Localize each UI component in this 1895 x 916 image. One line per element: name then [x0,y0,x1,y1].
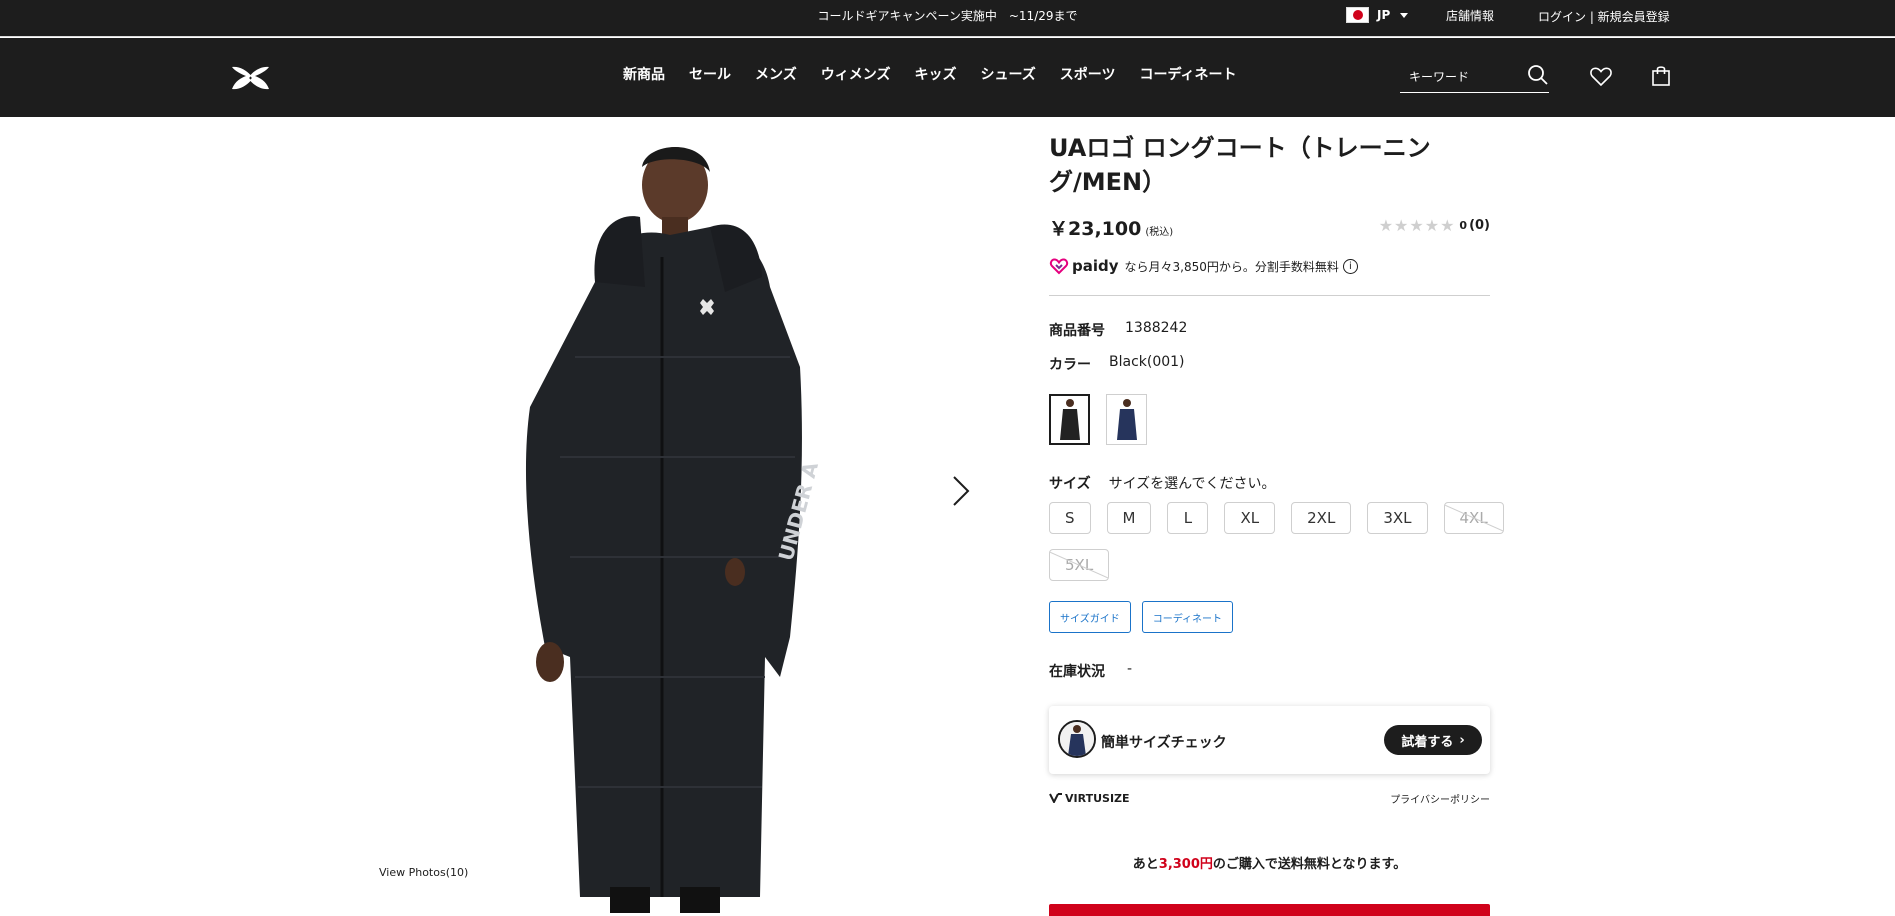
swatch-navy[interactable] [1106,394,1147,445]
heart-icon[interactable] [1589,64,1613,88]
color-label: カラー [1049,357,1091,373]
coat-thumbnail-navy [1116,398,1137,440]
shipping-suffix: のご購入で送料無料となります。 [1212,857,1407,872]
size-option-xl[interactable]: XL [1224,502,1276,534]
coat-thumbnail-black [1059,398,1080,440]
search-box [1400,58,1549,93]
rating-value: 0 [1459,219,1468,232]
shipping-amount: 3,300円 [1158,857,1213,872]
product-details: UAロゴ ロングコート（トレーニング/MEN） ￥23,100 (税込) ★★★★… [1049,117,1504,872]
size-options: S M L XL 2XL 3XL 4XL 5XL [1049,502,1509,581]
main-header: 新商品 セール メンズ ウィメンズ キッズ シューズ スポーツ コーディネート [0,38,1895,117]
size-option-m[interactable]: M [1106,502,1152,534]
search-icon[interactable] [1527,64,1549,86]
next-image-arrow-icon[interactable] [950,473,972,509]
virtusize-thumbnail [1058,720,1096,758]
nav-sports[interactable]: スポーツ [1060,64,1116,84]
size-guide-button[interactable]: サイズガイド [1049,601,1131,633]
size-option-4xl: 4XL [1443,502,1504,534]
search-input[interactable] [1409,70,1519,84]
product-number-value: 1388242 [1125,320,1188,336]
try-on-label: 試着する [1401,734,1454,750]
size-label: サイズ [1049,476,1091,492]
color-swatches [1049,394,1490,445]
nav-womens[interactable]: ウィメンズ [821,64,891,84]
product-main-image[interactable]: UNDER A [380,117,980,913]
japan-flag-icon [1346,7,1369,23]
caret-down-icon [1400,12,1409,18]
size-option-s[interactable]: S [1049,502,1091,534]
color-value: Black(001) [1109,354,1185,370]
nav-shoes[interactable]: シューズ [980,64,1035,84]
chevron-right-icon: › [1459,732,1465,748]
nav-kids[interactable]: キッズ [914,64,956,84]
store-info-link[interactable]: 店舗情報 [1446,7,1494,24]
swatch-black[interactable] [1049,394,1090,445]
under-armour-logo-icon[interactable] [229,65,272,91]
main-nav: 新商品 セール メンズ ウィメンズ キッズ シューズ スポーツ コーディネート [623,64,1261,84]
price-value: ￥23,100 [1049,218,1142,240]
nav-coordinate[interactable]: コーディネート [1140,64,1237,84]
virtusize-card: 簡単サイズチェック 試着する › [1049,706,1490,774]
paidy-text: なら月々3,850円から。分割手数料無料 [1124,259,1339,274]
nav-mens[interactable]: メンズ [755,64,797,84]
product-number-row: 商品番号 1388242 [1049,320,1490,340]
tax-note: (税込) [1145,227,1174,238]
stock-value: - [1127,661,1133,677]
nav-sale[interactable]: セール [689,64,731,84]
virtusize-logo-icon [1049,793,1062,803]
privacy-policy-link[interactable]: プライバシーポリシー [1390,791,1490,806]
size-row: サイズ サイズを選んでください。 [1049,473,1490,493]
info-icon[interactable]: i [1342,258,1358,274]
rating[interactable]: ★★★★★ 0 (0) [1379,216,1490,235]
top-banner: コールドギアキャンペーン実施中 ~11/29まで JP 店舗情報 ログイン | … [0,0,1895,37]
price-row: ￥23,100 (税込) ★★★★★ 0 (0) [1049,214,1490,244]
guide-buttons: サイズガイド コーディネート [1049,601,1490,633]
stock-row: 在庫状況 - [1049,661,1490,681]
shipping-prefix: あと [1132,857,1159,872]
add-to-cart-button[interactable] [1049,904,1490,916]
try-on-button[interactable]: 試着する › [1384,725,1482,755]
product-number-label: 商品番号 [1049,323,1105,339]
shopping-bag-icon[interactable] [1649,64,1673,88]
view-photos-link[interactable]: View Photos(10) [379,866,468,879]
language-label: JP [1377,8,1391,22]
virtusize-footer: VIRTUSIZE プライバシーポリシー [1049,789,1490,807]
size-option-3xl[interactable]: 3XL [1367,502,1428,534]
size-option-l[interactable]: L [1167,502,1209,534]
login-register-link[interactable]: ログイン | 新規会員登録 [1538,8,1670,25]
review-count: (0) [1469,218,1490,233]
stock-label: 在庫状況 [1049,664,1105,680]
product-title: UAロゴ ロングコート（トレーニング/MEN） [1049,134,1431,196]
paidy-row: paidy なら月々3,850円から。分割手数料無料 i [1049,255,1490,277]
language-selector[interactable]: JP [1346,7,1409,23]
size-option-5xl: 5XL [1049,549,1110,581]
nav-new[interactable]: 新商品 [623,64,665,84]
virtusize-title: 簡単サイズチェック [1101,735,1227,751]
free-shipping-note: あと3,300円のご購入で送料無料となります。 [1049,853,1490,872]
paidy-logo-icon [1049,258,1069,275]
price: ￥23,100 (税込) [1049,214,1173,241]
divider [1049,295,1490,296]
size-prompt: サイズを選んでください。 [1108,476,1276,492]
virtusize-brand: VIRTUSIZE [1049,792,1130,805]
size-option-2xl[interactable]: 2XL [1291,502,1352,534]
paidy-brand: paidy [1072,257,1119,275]
coat-avatar-icon [1060,722,1094,756]
color-row: カラー Black(001) [1049,354,1490,374]
coordinate-button[interactable]: コーディネート [1141,601,1234,633]
star-rating-icon: ★★★★★ [1378,216,1456,235]
virtusize-brand-label: VIRTUSIZE [1065,791,1130,805]
